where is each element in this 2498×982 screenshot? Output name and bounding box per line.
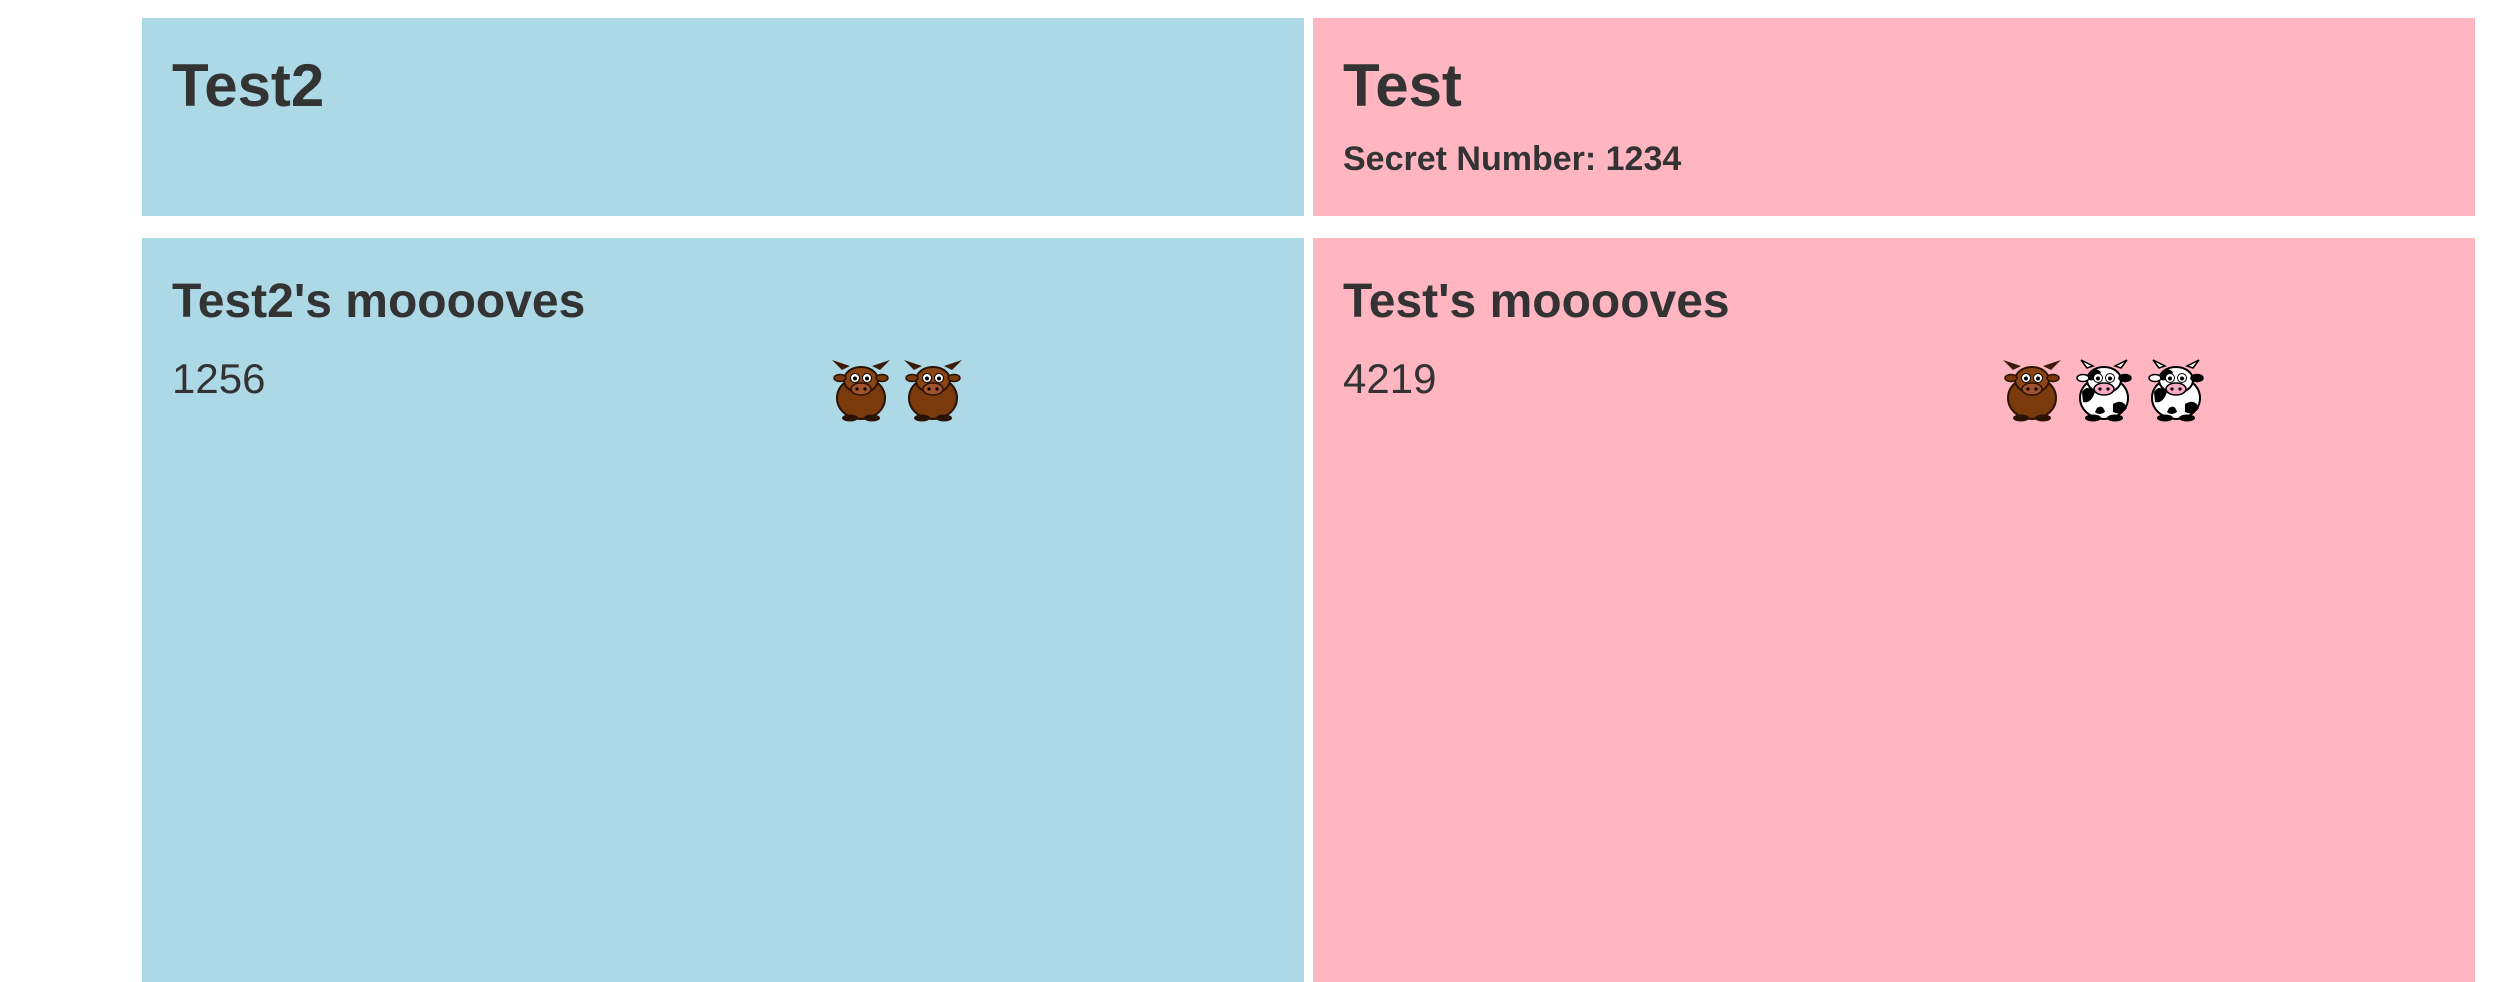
player-name: Test: [1343, 52, 1462, 119]
cow-icon: [2148, 359, 2204, 422]
bull-icon: [832, 360, 890, 422]
bull-icon: [904, 360, 962, 422]
guess-result: [830, 356, 964, 422]
guess-result: [2001, 356, 2207, 422]
player-header-test: Test Secret Number: 1234: [1313, 18, 2475, 216]
moves-title: Test2's mooooves: [172, 275, 586, 328]
moves-title: Test's mooooves: [1343, 275, 1730, 328]
moves-panel-test2: Test2's mooooves 1256: [142, 238, 1304, 982]
guess-number: 1256: [172, 355, 266, 402]
cow-icon: [2076, 359, 2132, 422]
player-name: Test2: [172, 52, 325, 119]
guess-row: 4219: [1343, 356, 2443, 426]
moves-panel-test: Test's mooooves 4219: [1313, 238, 2475, 982]
player-header-test2: Test2: [142, 18, 1304, 216]
guess-number: 4219: [1343, 355, 1437, 402]
guess-row: 1256: [172, 356, 1272, 426]
secret-number: Secret Number: 1234: [1343, 140, 1682, 178]
bull-icon: [2003, 360, 2061, 422]
